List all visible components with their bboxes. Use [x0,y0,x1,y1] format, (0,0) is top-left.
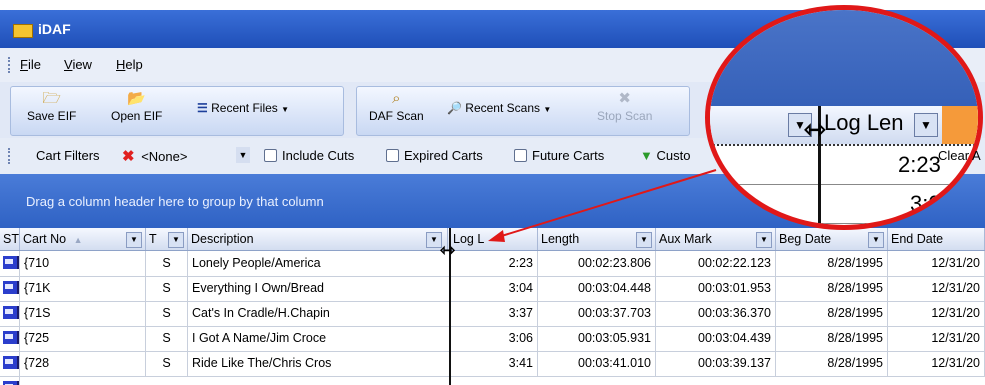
magnified-group-panel [710,10,978,106]
magnified-log-len-label: Log Len [824,110,904,135]
magnified-value: 3:0 [910,191,941,216]
app-window: iDAF File View Help 🗁 Save EIF 📂 Open EI… [0,0,985,385]
magnified-header: ▼ Log Len ▼ [710,106,978,146]
clear-all-button[interactable]: Clear A [938,148,981,163]
magnified-highlight [942,106,978,144]
column-dropdown-icon: ▼ [914,113,938,137]
magnified-row: 3:0 [710,185,978,224]
magnifier-callout: ▼ Log Len ▼ 2:23 3:0 ⇿ [705,5,983,230]
magnified-value: 2:23 [898,152,941,177]
column-resize-cursor-icon: ⇿ [804,114,826,144]
